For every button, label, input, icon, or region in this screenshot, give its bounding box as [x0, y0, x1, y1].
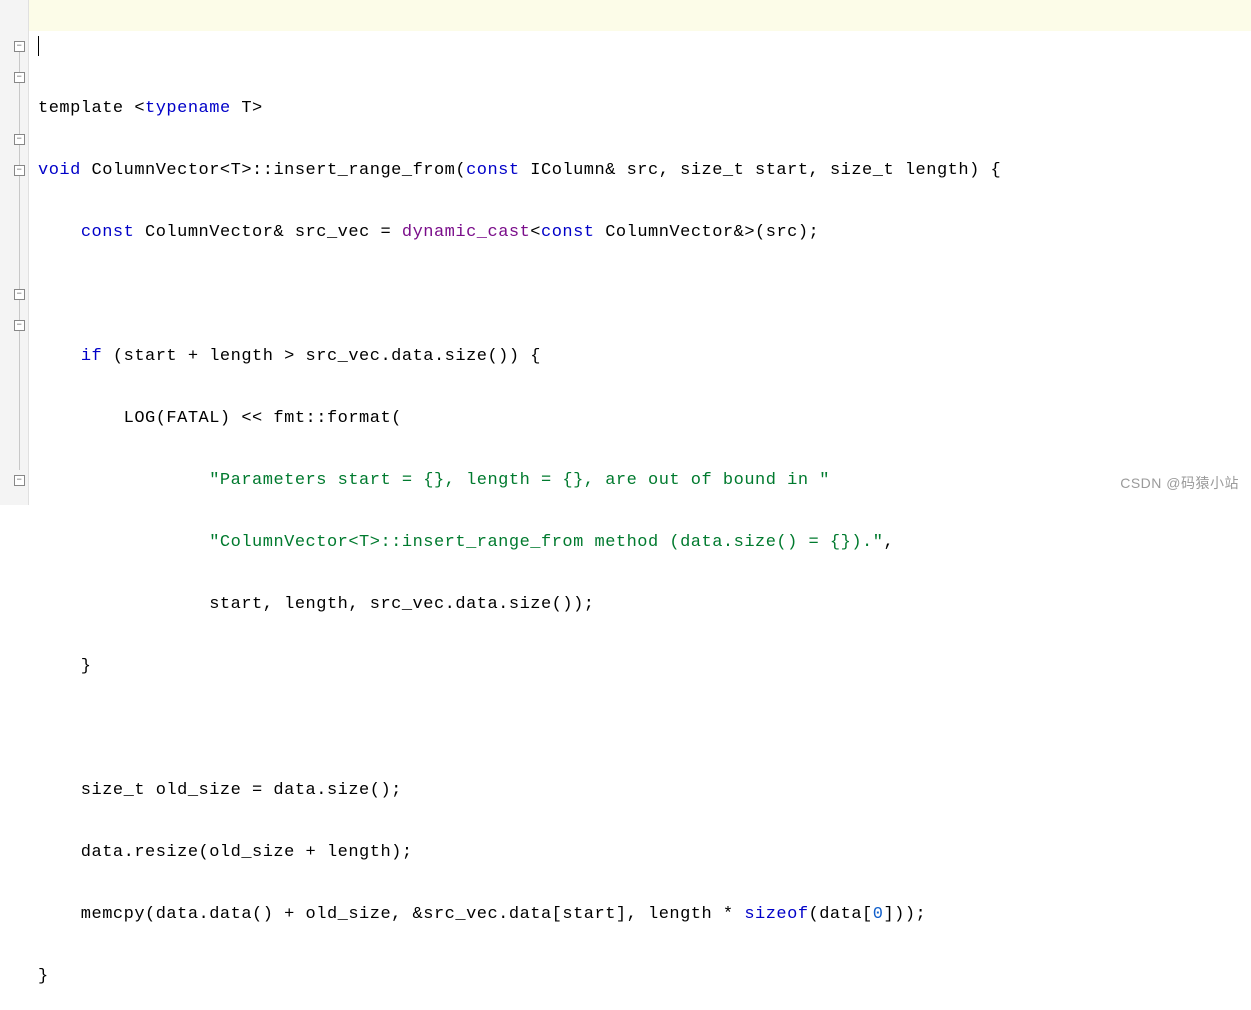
code-line: data.resize(old_size + length); [38, 837, 1251, 868]
code-line: void ColumnVector<T>::insert_range_from(… [38, 155, 1251, 186]
code-line: memcpy(data.data() + old_size, &src_vec.… [38, 899, 1251, 930]
fold-marker-icon[interactable] [14, 134, 25, 145]
code-line: } [38, 961, 1251, 992]
code-line: "ColumnVector<T>::insert_range_from meth… [38, 527, 1251, 558]
fold-marker-icon[interactable] [14, 72, 25, 83]
fold-marker-icon[interactable] [14, 41, 25, 52]
fold-marker-icon[interactable] [14, 289, 25, 300]
code-block: template <typename T> void ColumnVector<… [38, 0, 1251, 1010]
code-line: if (start + length > src_vec.data.size()… [38, 341, 1251, 372]
code-line: } [38, 651, 1251, 682]
code-line: start, length, src_vec.data.size()); [38, 589, 1251, 620]
code-line: template <typename T> [38, 93, 1251, 124]
fold-marker-icon[interactable] [14, 320, 25, 331]
code-line [38, 31, 1251, 62]
fold-marker-icon[interactable] [14, 475, 25, 486]
code-line [38, 279, 1251, 310]
text-cursor [38, 36, 39, 56]
fold-marker-icon[interactable] [14, 165, 25, 176]
code-line [38, 713, 1251, 744]
watermark: CSDN @码猿小站 [1120, 468, 1239, 499]
code-line: const ColumnVector& src_vec = dynamic_ca… [38, 217, 1251, 248]
code-line: size_t old_size = data.size(); [38, 775, 1251, 806]
code-line: "Parameters start = {}, length = {}, are… [38, 465, 1251, 496]
code-line: LOG(FATAL) << fmt::format( [38, 403, 1251, 434]
fold-guide [19, 50, 20, 470]
